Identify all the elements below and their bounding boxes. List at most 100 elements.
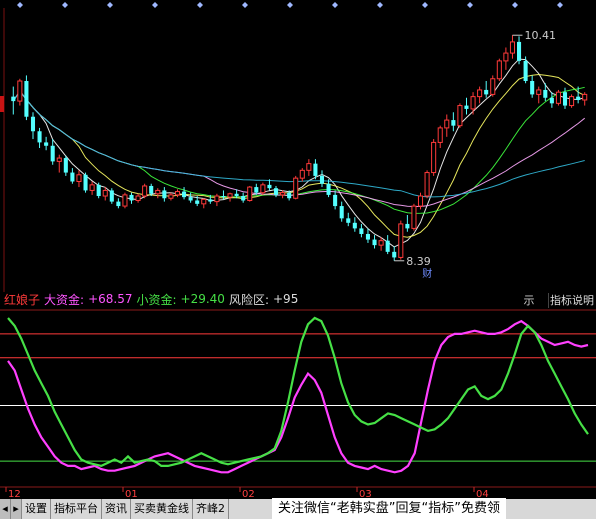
candle-body bbox=[135, 195, 141, 201]
event-marker-icon bbox=[17, 2, 23, 8]
candle-body bbox=[411, 205, 417, 229]
candle-body bbox=[89, 184, 95, 191]
indicator-name: 红娘子 bbox=[4, 292, 41, 307]
candle-body bbox=[352, 222, 357, 229]
candle-body bbox=[543, 89, 548, 98]
candle-body bbox=[444, 119, 450, 129]
news-tag-label: 财 bbox=[422, 267, 432, 280]
ma-line bbox=[12, 90, 585, 198]
candle-body bbox=[168, 194, 174, 199]
risk-zone-label: 风险区: bbox=[228, 292, 269, 307]
candle-body bbox=[122, 194, 128, 207]
tab-scroll-left-icon[interactable]: ◂ bbox=[0, 499, 11, 519]
candle-body bbox=[346, 218, 351, 223]
candle-body bbox=[247, 186, 253, 201]
candle-body bbox=[496, 60, 502, 80]
high-price-label: 10.41 bbox=[524, 29, 556, 42]
candle-body bbox=[378, 240, 384, 246]
candle-body bbox=[365, 233, 371, 240]
candle-body bbox=[44, 142, 49, 146]
oscillator-panel: 12 01 02 03 04 bbox=[0, 309, 596, 500]
price-panel: 10.41 8.39财 bbox=[0, 2, 588, 292]
chart-canvas: 10.41 8.39财 12 01 02 03 04 bbox=[0, 2, 596, 500]
indicator-header: 红娘子 大资金: +68.57 小资金: +29.40 风险区: +95 bbox=[0, 289, 596, 309]
event-marker-icon bbox=[467, 2, 473, 8]
candle-body bbox=[227, 193, 233, 198]
candle-body bbox=[30, 116, 36, 132]
event-marker-icon bbox=[512, 2, 518, 8]
tab-settings[interactable]: 设置 bbox=[22, 499, 51, 519]
candle-body bbox=[457, 105, 463, 127]
candle-body bbox=[326, 183, 331, 195]
candle-body bbox=[477, 89, 483, 98]
candle-body bbox=[549, 97, 554, 104]
small-fund-label: 小资金: bbox=[136, 292, 177, 307]
candle-body bbox=[280, 192, 286, 196]
ma-line bbox=[12, 73, 585, 238]
candle-body bbox=[313, 163, 318, 176]
candle-body bbox=[576, 96, 581, 100]
event-marker-icon bbox=[377, 2, 383, 8]
candle-body bbox=[451, 120, 456, 126]
oscillator-series-line bbox=[7, 319, 589, 474]
candle-body bbox=[562, 92, 568, 106]
candle-body bbox=[424, 172, 430, 197]
indicator-small-button[interactable]: 示 bbox=[516, 293, 542, 308]
candle-body bbox=[503, 52, 509, 62]
candle-body bbox=[214, 195, 220, 203]
candle-body bbox=[509, 41, 516, 54]
event-marker-icon bbox=[197, 2, 203, 8]
candle-body bbox=[109, 190, 114, 202]
event-marker-icon bbox=[107, 2, 113, 8]
candle-body bbox=[260, 184, 266, 194]
candle-body bbox=[516, 41, 522, 61]
candle-body bbox=[195, 200, 200, 204]
risk-zone-value: +95 bbox=[273, 292, 299, 306]
candle-body bbox=[149, 185, 154, 194]
candle-body bbox=[63, 158, 68, 173]
candle-body bbox=[11, 96, 16, 102]
candle-body bbox=[431, 141, 437, 174]
candle-body bbox=[70, 172, 75, 182]
tab-scroll-right-icon[interactable]: ▸ bbox=[11, 499, 22, 519]
candle-body bbox=[267, 184, 272, 189]
candle-body bbox=[155, 189, 161, 195]
candle-body bbox=[273, 188, 279, 195]
promo-banner: 关注微信“老韩实盘”回复“指标”免费领 bbox=[272, 498, 506, 519]
candle-body bbox=[201, 198, 207, 205]
candle-body bbox=[188, 197, 193, 201]
candle-body bbox=[359, 228, 364, 234]
candle-body bbox=[96, 184, 101, 197]
small-fund-value: +29.40 bbox=[180, 292, 225, 306]
candle-body bbox=[385, 240, 390, 252]
tab-indicator-platform[interactable]: 指标平台 bbox=[51, 499, 102, 519]
candle-body bbox=[293, 177, 299, 199]
candle-body bbox=[241, 196, 246, 201]
candle-body bbox=[174, 191, 181, 196]
candle-body bbox=[464, 105, 469, 109]
price-axis-marker bbox=[0, 96, 4, 112]
candle-body bbox=[536, 89, 542, 95]
candle-body bbox=[254, 187, 259, 193]
tab-qifeng2[interactable]: 齐峰2 bbox=[193, 499, 229, 519]
candle-body bbox=[24, 81, 29, 117]
event-marker-icon bbox=[332, 2, 338, 8]
candle-body bbox=[162, 190, 167, 199]
candle-body bbox=[76, 174, 82, 183]
event-marker-icon bbox=[422, 2, 428, 8]
tab-buy-sell-gold-line[interactable]: 买卖黄金线 bbox=[131, 499, 193, 519]
candle-body bbox=[208, 199, 213, 202]
indicator-help-button[interactable]: 指标说明 bbox=[548, 293, 595, 308]
event-marker-icon bbox=[62, 2, 68, 8]
candle-body bbox=[221, 196, 226, 198]
candle-body bbox=[129, 194, 134, 201]
candle-body bbox=[319, 175, 325, 184]
candle-body bbox=[398, 223, 404, 258]
tab-news[interactable]: 资讯 bbox=[102, 499, 131, 519]
candle-body bbox=[339, 206, 344, 219]
candle-body bbox=[405, 223, 410, 229]
candle-body bbox=[372, 239, 377, 246]
event-marker-icon bbox=[152, 2, 158, 8]
candle-body bbox=[50, 145, 55, 162]
candle-body bbox=[490, 78, 496, 95]
